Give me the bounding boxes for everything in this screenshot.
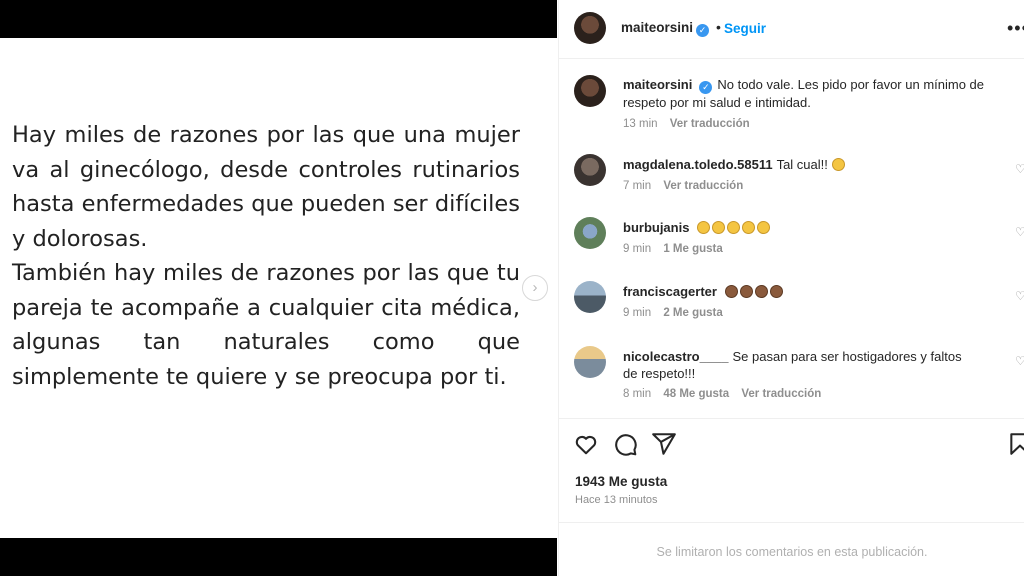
post-image-text: Hay miles de razones por las que una muj… (12, 118, 520, 394)
clap-emoji-icon (712, 221, 726, 234)
clap-emoji-icon (831, 158, 845, 171)
avatar[interactable] (574, 217, 606, 249)
comment-likes[interactable]: 48 Me gusta (663, 388, 729, 400)
more-options-icon[interactable]: ••• (1007, 18, 1024, 39)
clap-emoji-icon (697, 221, 711, 234)
comment-body: burbujanis (623, 219, 993, 236)
clap-emoji-icon (727, 221, 741, 234)
verified-badge-icon: ✓ (699, 81, 713, 94)
author-username-text[interactable]: maiteorsini (621, 20, 693, 35)
comment-icon[interactable] (612, 431, 638, 457)
caption-time: 13 min (623, 118, 658, 130)
clap-emoji-icon (742, 221, 756, 234)
follow-button[interactable]: Seguir (724, 21, 766, 36)
heart-icon[interactable] (573, 431, 599, 457)
comment-text: Tal cual!! (776, 157, 828, 172)
comment-likes[interactable]: 1 Me gusta (663, 243, 722, 255)
letterbox-top (0, 0, 557, 38)
next-image-button[interactable]: › (522, 275, 548, 301)
clap-emoji-icon (757, 221, 771, 234)
avatar[interactable] (574, 12, 606, 44)
author-username[interactable]: maiteorsini ✓ (621, 20, 710, 37)
post-header: maiteorsini✓ • Seguir ••• (559, 0, 1024, 59)
caption-username[interactable]: maiteorsini (623, 77, 692, 92)
avatar[interactable] (574, 154, 606, 186)
post-timestamp[interactable]: Hace 13 minutos (575, 494, 658, 506)
comment-meta: 7 min Ver traducción (623, 180, 752, 192)
comment-time: 8 min (623, 388, 652, 400)
comment-username[interactable]: magdalena.toledo.58511 (623, 157, 773, 172)
heart-icon[interactable]: ♡ (1015, 225, 1024, 239)
comment-time: 7 min (623, 180, 652, 192)
image-paragraph-1: Hay miles de razones por las que una muj… (12, 122, 520, 252)
bookmark-icon[interactable] (1007, 431, 1024, 457)
verified-badge-icon: ✓ (696, 24, 710, 37)
comment-username[interactable]: franciscagerter (623, 284, 717, 299)
avatar[interactable] (574, 75, 606, 107)
comment-likes[interactable]: 2 Me gusta (663, 307, 722, 319)
heart-icon[interactable]: ♡ (1015, 354, 1024, 368)
comments-limited-notice: Se limitaron los comentarios en esta pub… (656, 545, 928, 559)
comment-username[interactable]: nicolecastro____ (623, 349, 729, 364)
caption-body: maiteorsini ✓ No todo vale. Les pido por f… (623, 76, 993, 111)
clap-emoji-icon (769, 285, 783, 298)
comment-body: nicolecastro____ Se pasan para ser hostig… (623, 348, 973, 382)
comment-username[interactable]: burbujanis (623, 220, 689, 235)
see-translation-link[interactable]: Ver traducción (663, 180, 743, 192)
comments-list[interactable]: maiteorsini ✓ No todo vale. Les pido por f… (559, 60, 1024, 415)
post-image: Hay miles de razones por las que una muj… (0, 0, 557, 576)
letterbox-bottom (0, 538, 557, 576)
comments-limited-footer: Se limitaron los comentarios en esta pub… (559, 522, 1024, 576)
post-side-panel: maiteorsini✓ • Seguir ••• maiteorsini✓No… (558, 0, 1024, 576)
heart-icon[interactable]: ♡ (1015, 289, 1024, 303)
image-paragraph-2: También hay miles de razones por las que… (12, 260, 520, 390)
clap-emoji-icon (724, 285, 738, 298)
clap-emoji-icon (754, 285, 768, 298)
comment-meta: 8 min 48 Me gusta Ver traducción (623, 388, 830, 400)
action-bar: 1943 Me gusta Hace 13 minutos (559, 418, 1024, 526)
see-translation-link[interactable]: Ver traducción (670, 118, 750, 130)
avatar[interactable] (574, 346, 606, 378)
heart-icon[interactable]: ♡ (1015, 162, 1024, 176)
comment-body: magdalena.toledo.58511 Tal cual!! (623, 156, 993, 173)
clap-emoji-icon (739, 285, 753, 298)
comment-meta: 9 min 2 Me gusta (623, 307, 732, 319)
separator-dot: • (716, 19, 721, 35)
comment-time: 9 min (623, 307, 652, 319)
share-icon[interactable] (651, 431, 677, 457)
comment-body: franciscagerter (623, 283, 993, 300)
comment-meta: 9 min 1 Me gusta (623, 243, 732, 255)
caption-meta: 13 min Ver traducción (623, 118, 759, 130)
see-translation-link[interactable]: Ver traducción (741, 388, 821, 400)
comment-time: 9 min (623, 243, 652, 255)
avatar[interactable] (574, 281, 606, 313)
chevron-right-icon: › (532, 279, 538, 296)
likes-count[interactable]: 1943 Me gusta (575, 474, 667, 489)
